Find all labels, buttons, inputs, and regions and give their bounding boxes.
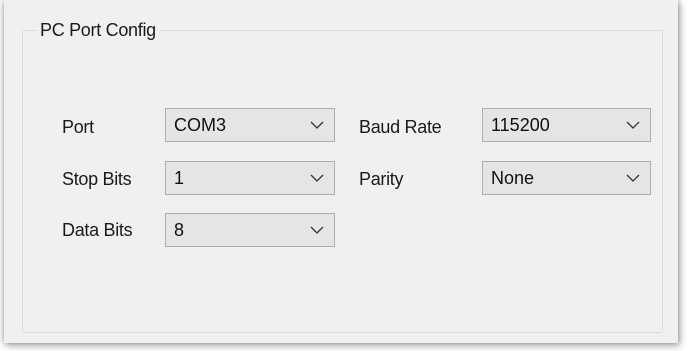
- parity-value: None: [491, 168, 535, 188]
- baud-rate-label: Baud Rate: [359, 117, 442, 137]
- dialog-window: PC Port Config Port COM3 Baud Rate 11520…: [4, 0, 678, 343]
- stop-bits-value: 1: [174, 168, 185, 188]
- port-select[interactable]: COM3: [165, 108, 335, 142]
- chevron-down-icon: [310, 121, 324, 129]
- chevron-down-icon: [626, 121, 640, 129]
- data-bits-value: 8: [174, 220, 185, 240]
- data-bits-label: Data Bits: [62, 220, 133, 240]
- parity-label: Parity: [359, 169, 404, 189]
- port-value: COM3: [174, 115, 227, 135]
- stop-bits-label: Stop Bits: [62, 169, 132, 189]
- port-label: Port: [62, 117, 94, 137]
- stop-bits-select[interactable]: 1: [165, 161, 335, 195]
- chevron-down-icon: [310, 174, 324, 182]
- chevron-down-icon: [310, 226, 324, 234]
- parity-select[interactable]: None: [482, 161, 651, 195]
- chevron-down-icon: [626, 174, 640, 182]
- group-title: PC Port Config: [38, 19, 160, 41]
- baud-rate-value: 115200: [491, 115, 550, 135]
- data-bits-select[interactable]: 8: [165, 213, 335, 247]
- baud-rate-select[interactable]: 115200: [482, 108, 651, 142]
